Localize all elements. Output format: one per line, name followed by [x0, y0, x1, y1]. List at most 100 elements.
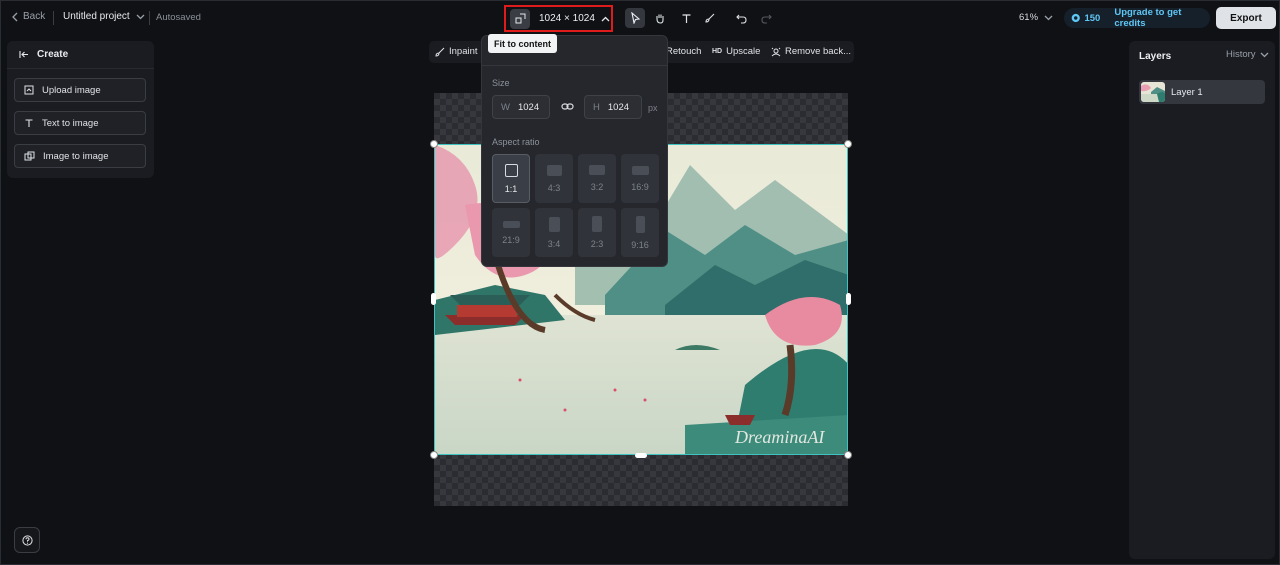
- canvas-size-control: 1024 × 1024: [504, 5, 613, 32]
- brush-tool-button[interactable]: [700, 8, 720, 28]
- aspect-ratio-label: 4:3: [547, 182, 561, 193]
- create-panel: Create Upload image Text to image Image …: [7, 41, 154, 178]
- retouch-label: Retouch: [666, 46, 702, 57]
- cursor-icon: [630, 12, 640, 24]
- chevron-down-icon: [1044, 15, 1053, 20]
- text-to-image-button[interactable]: Text to image: [14, 111, 146, 135]
- layers-panel-tabs: Layers History: [1129, 41, 1275, 69]
- aspect-ratio-3-2[interactable]: 3:2: [578, 154, 616, 203]
- layer-thumbnail: [1141, 82, 1165, 102]
- collapse-left-icon: [19, 51, 28, 58]
- aspect-ratio-21-9[interactable]: 21:9: [492, 208, 530, 257]
- rectangle-shape-icon: [548, 216, 560, 232]
- aspect-ratio-1-1[interactable]: 1:1: [492, 154, 530, 203]
- aspect-ratio-9-16[interactable]: 9:16: [621, 208, 659, 257]
- height-value: 1024: [607, 101, 630, 113]
- aspect-ratio-4-3[interactable]: 4:3: [535, 154, 573, 203]
- canvas-size-popup: Size W 1024 H 1024 px Aspect ratio 1:1 4…: [481, 35, 668, 267]
- rectangle-shape-icon: [502, 220, 520, 228]
- rectangle-shape-icon: [635, 215, 645, 233]
- layers-panel: Layers History Layer 1: [1129, 41, 1275, 559]
- width-key: W: [501, 101, 510, 113]
- remove-background-button[interactable]: Remove back...: [771, 46, 851, 57]
- image-to-image-button[interactable]: Image to image: [14, 144, 146, 168]
- upload-image-icon: [24, 85, 34, 95]
- fit-to-content-tooltip: Fit to content: [488, 34, 557, 53]
- text-tool-button[interactable]: [676, 8, 696, 28]
- help-button[interactable]: [14, 527, 40, 553]
- redo-button[interactable]: [756, 8, 776, 28]
- width-value: 1024: [517, 101, 540, 113]
- width-field[interactable]: W 1024: [492, 95, 550, 119]
- back-label: Back: [23, 11, 46, 22]
- aspect-ratio-3-4[interactable]: 3:4: [535, 208, 573, 257]
- fit-to-content-icon: [515, 13, 525, 24]
- select-tool-button[interactable]: [625, 8, 645, 28]
- autosave-status: Autosaved: [156, 12, 201, 23]
- link-icon[interactable]: [561, 101, 574, 112]
- inpaint-label: Inpaint: [449, 46, 478, 57]
- square-shape-icon: [504, 163, 518, 177]
- aspect-ratio-label: 9:16: [631, 239, 649, 250]
- credits-button[interactable]: 150 Upgrade to get credits: [1064, 7, 1210, 29]
- resize-handle-left[interactable]: [431, 293, 436, 305]
- resize-handle-top-left[interactable]: [430, 140, 438, 148]
- upload-image-button[interactable]: Upload image: [14, 78, 146, 102]
- watermark: DreaminaAI: [734, 427, 825, 447]
- undo-button[interactable]: [732, 8, 752, 28]
- fit-to-content-button[interactable]: [510, 8, 530, 29]
- inpaint-button[interactable]: Inpaint: [435, 46, 478, 57]
- create-panel-title: Create: [37, 49, 69, 60]
- divider: [482, 65, 667, 66]
- height-field[interactable]: H 1024: [584, 95, 642, 119]
- hd-badge: HD: [712, 48, 723, 55]
- aspect-ratio-label: 16:9: [631, 181, 649, 192]
- aspect-ratio-label: 2:3: [590, 239, 604, 249]
- aspect-ratio-16-9[interactable]: 16:9: [621, 154, 659, 203]
- upscale-button[interactable]: HD Upscale: [712, 46, 760, 57]
- text-to-image-label: Text to image: [42, 117, 99, 129]
- top-bar: Back Untitled project Autosaved 1024 × 1…: [1, 1, 1279, 35]
- retouch-button[interactable]: Retouch: [666, 46, 701, 57]
- hand-icon: [656, 14, 664, 24]
- credit-coin-icon: [1071, 13, 1080, 23]
- rectangle-shape-icon: [589, 165, 605, 175]
- text-icon: [682, 13, 690, 23]
- layer-item[interactable]: Layer 1: [1139, 80, 1265, 104]
- project-title-dropdown[interactable]: Untitled project: [63, 11, 145, 22]
- aspect-ratio-2-3[interactable]: 2:3: [578, 208, 616, 257]
- resize-handle-right[interactable]: [846, 293, 851, 305]
- resize-handle-bottom[interactable]: [635, 453, 647, 458]
- create-panel-header[interactable]: Create: [7, 41, 154, 69]
- tab-layers[interactable]: Layers: [1139, 51, 1171, 62]
- export-button[interactable]: Export: [1216, 7, 1276, 29]
- project-title: Untitled project: [63, 11, 130, 22]
- canvas-size-label[interactable]: 1024 × 1024: [539, 13, 595, 24]
- aspect-ratio-label: 3:2: [590, 182, 604, 192]
- rectangle-shape-icon: [546, 164, 562, 176]
- aspect-ratio-label: 1:1: [504, 183, 518, 194]
- credit-count: 150: [1084, 12, 1101, 24]
- back-button[interactable]: Back: [11, 11, 45, 22]
- image-to-image-label: Image to image: [43, 150, 109, 162]
- upgrade-link[interactable]: Upgrade to get credits: [1114, 7, 1210, 29]
- tab-history[interactable]: History: [1226, 49, 1269, 60]
- help-icon: [21, 534, 33, 546]
- aspect-ratio-label: 21:9: [502, 234, 520, 245]
- remove-background-label: Remove back...: [785, 46, 851, 57]
- hand-tool-button[interactable]: [650, 8, 670, 28]
- upscale-label: Upscale: [726, 46, 761, 57]
- zoom-dropdown[interactable]: 61%: [1019, 12, 1053, 23]
- rectangle-shape-icon: [631, 165, 649, 175]
- zoom-level: 61%: [1019, 12, 1039, 23]
- size-label: Size: [492, 78, 510, 88]
- resize-handle-top-right[interactable]: [844, 140, 852, 148]
- chevron-down-icon: [136, 14, 145, 19]
- chevron-down-icon: [1260, 52, 1269, 57]
- aspect-ratio-label: 3:4: [547, 238, 561, 249]
- divider: [149, 11, 150, 25]
- rectangle-shape-icon: [592, 216, 602, 232]
- resize-handle-bottom-right[interactable]: [844, 451, 852, 459]
- resize-handle-bottom-left[interactable]: [430, 451, 438, 459]
- chevron-up-icon[interactable]: [601, 16, 610, 22]
